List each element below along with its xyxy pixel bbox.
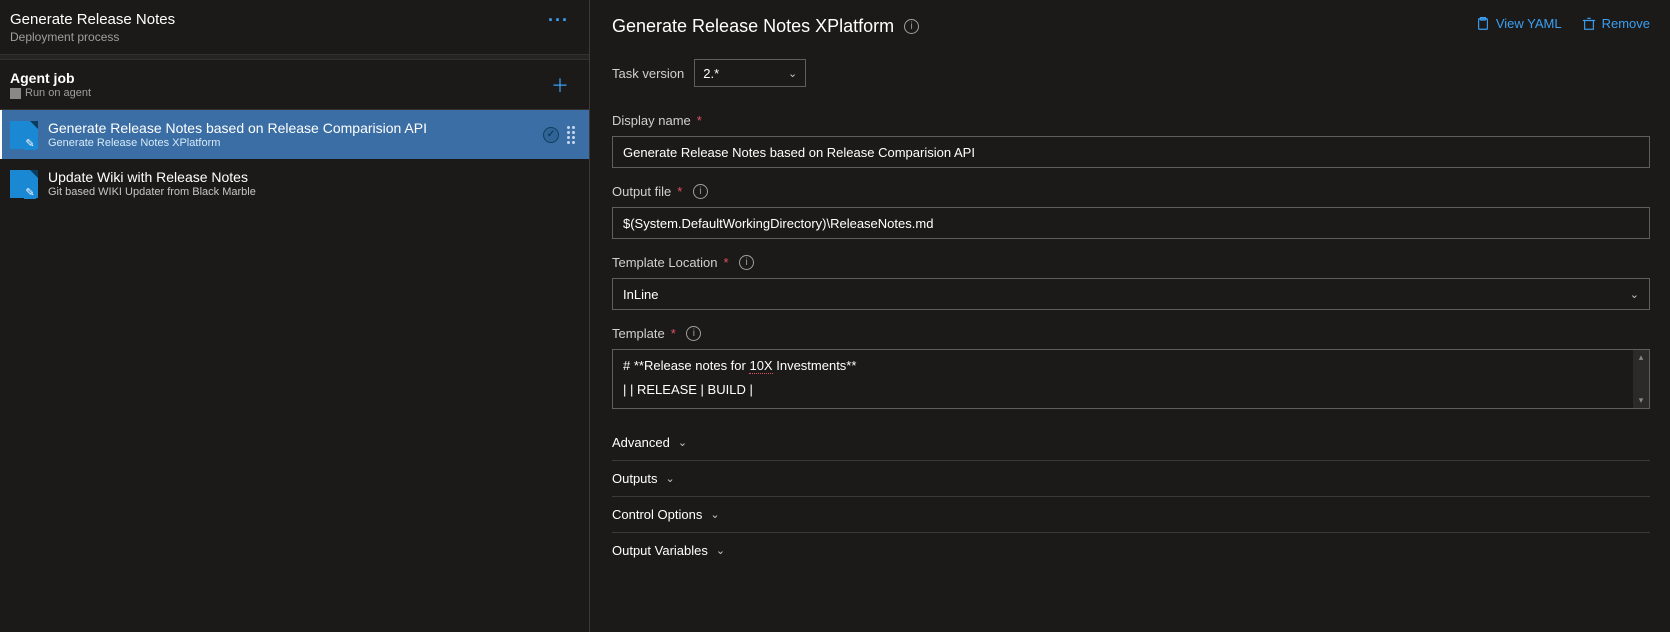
task-version-label: Task version bbox=[612, 66, 684, 81]
pipeline-subtitle: Deployment process bbox=[10, 30, 175, 44]
template-label: Template bbox=[612, 326, 665, 341]
task-row-update-wiki[interactable]: Update Wiki with Release Notes Git based… bbox=[0, 159, 589, 208]
right-pane: Generate Release Notes XPlatform i View … bbox=[589, 0, 1670, 632]
pipeline-title: Generate Release Notes bbox=[10, 11, 175, 28]
task-detail-title: Generate Release Notes XPlatform i bbox=[612, 16, 919, 37]
task-icon bbox=[10, 170, 38, 198]
chevron-down-icon: ⌄ bbox=[710, 508, 719, 521]
output-file-label: Output file bbox=[612, 184, 671, 199]
drag-handle-icon[interactable] bbox=[567, 126, 575, 144]
textarea-scrollbar[interactable]: ▴▾ bbox=[1633, 350, 1649, 408]
trash-icon bbox=[1582, 17, 1596, 31]
clipboard-icon bbox=[1476, 17, 1490, 31]
section-output-variables[interactable]: Output Variables ⌄ bbox=[612, 533, 1650, 568]
add-task-icon[interactable]: ＋ bbox=[547, 72, 573, 98]
section-advanced[interactable]: Advanced ⌄ bbox=[612, 425, 1650, 461]
template-location-select[interactable]: InLine ⌄ bbox=[612, 278, 1650, 310]
view-yaml-button[interactable]: View YAML bbox=[1476, 16, 1562, 31]
info-icon[interactable]: i bbox=[739, 255, 754, 270]
pipeline-header: Generate Release Notes Deployment proces… bbox=[0, 0, 589, 54]
chevron-down-icon: ⌄ bbox=[716, 544, 725, 557]
task-version-select[interactable]: 2.* ⌄ bbox=[694, 59, 806, 87]
more-menu-icon[interactable]: ··· bbox=[544, 11, 573, 29]
info-icon[interactable]: i bbox=[904, 19, 919, 34]
agent-job-row[interactable]: Agent job Run on agent ＋ bbox=[0, 60, 589, 110]
check-circle-icon bbox=[543, 127, 559, 143]
task-title: Update Wiki with Release Notes bbox=[48, 169, 579, 185]
section-control-options[interactable]: Control Options ⌄ bbox=[612, 497, 1650, 533]
template-location-label: Template Location bbox=[612, 255, 718, 270]
task-title: Generate Release Notes based on Release … bbox=[48, 120, 533, 136]
remove-button[interactable]: Remove bbox=[1582, 16, 1650, 31]
required-icon: * bbox=[677, 184, 682, 199]
agent-job-sub: Run on agent bbox=[10, 87, 91, 99]
left-pane: Generate Release Notes Deployment proces… bbox=[0, 0, 589, 632]
section-outputs[interactable]: Outputs ⌄ bbox=[612, 461, 1650, 497]
display-name-input[interactable] bbox=[612, 136, 1650, 168]
task-subtitle: Generate Release Notes XPlatform bbox=[48, 137, 533, 149]
chevron-down-icon: ⌄ bbox=[1630, 288, 1639, 301]
agent-job-title: Agent job bbox=[10, 70, 91, 86]
chevron-down-icon: ⌄ bbox=[678, 436, 687, 449]
task-icon bbox=[10, 121, 38, 149]
chevron-down-icon: ⌄ bbox=[788, 67, 797, 80]
task-subtitle: Git based WIKI Updater from Black Marble bbox=[48, 186, 579, 198]
info-icon[interactable]: i bbox=[693, 184, 708, 199]
agent-icon bbox=[10, 88, 21, 99]
chevron-down-icon: ⌄ bbox=[666, 472, 675, 485]
info-icon[interactable]: i bbox=[686, 326, 701, 341]
required-icon: * bbox=[671, 326, 676, 341]
task-row-generate-notes[interactable]: Generate Release Notes based on Release … bbox=[0, 110, 589, 159]
output-file-input[interactable] bbox=[612, 207, 1650, 239]
display-name-label: Display name bbox=[612, 113, 691, 128]
template-textarea[interactable]: # **Release notes for 10X Investments** … bbox=[612, 349, 1650, 409]
required-icon: * bbox=[724, 255, 729, 270]
required-icon: * bbox=[697, 113, 702, 128]
